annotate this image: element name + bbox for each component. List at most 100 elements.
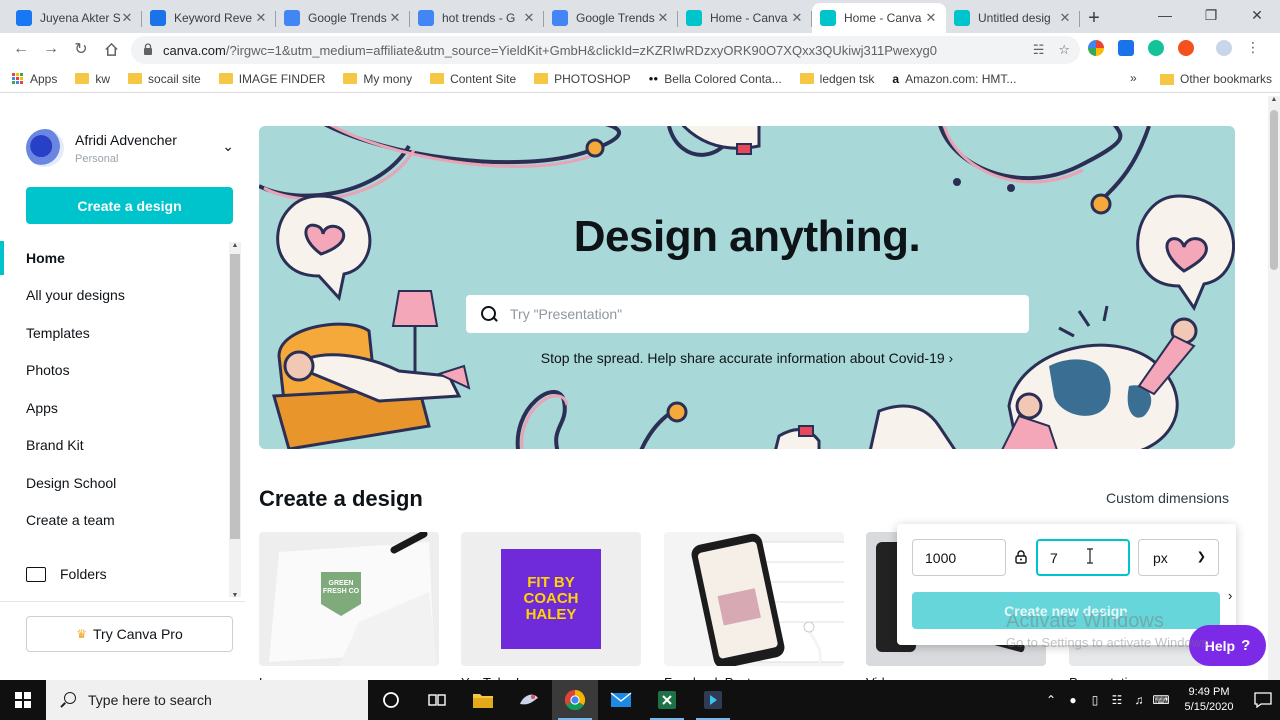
help-button[interactable]: Help ? — [1189, 625, 1266, 666]
url-text: canva.com/?irgwc=1&utm_medium=affiliate&… — [163, 42, 937, 58]
scrollbar-thumb[interactable] — [230, 254, 240, 539]
page-scrollbar[interactable]: ▲ — [1268, 96, 1280, 680]
bookmark-item[interactable]: socail site — [128, 72, 201, 86]
browser-tab[interactable]: Untitled desig ✕ — [946, 3, 1080, 33]
sidebar-item-templates[interactable]: Templates — [0, 314, 228, 352]
close-tab-icon[interactable]: ✕ — [790, 10, 804, 26]
sidebar-item-design-school[interactable]: Design School — [0, 464, 228, 502]
scrollbar-thumb[interactable] — [1270, 110, 1278, 270]
account-switcher[interactable]: Afridi Advencher Personal ⌄ — [26, 128, 236, 168]
wifi-icon[interactable]: ☷ — [1106, 693, 1128, 707]
taskbar-chrome[interactable] — [552, 680, 598, 720]
sidebar-item-apps[interactable]: Apps — [0, 389, 228, 427]
network-icon[interactable]: ▯ — [1084, 693, 1106, 707]
sidebar-item-create-a-team[interactable]: Create a team — [0, 502, 228, 540]
unit-select[interactable]: px ❯ — [1138, 539, 1219, 576]
forward-button[interactable]: → — [36, 34, 66, 64]
width-input[interactable] — [912, 539, 1006, 576]
browser-tab[interactable]: Juyena Akter S ✕ — [8, 3, 142, 33]
cortana-button[interactable] — [368, 680, 414, 720]
grammarly-icon[interactable] — [1148, 40, 1164, 56]
browser-tab[interactable]: Home - Canva ✕ — [812, 3, 946, 33]
home-button[interactable] — [96, 34, 126, 64]
task-view-button[interactable] — [414, 680, 460, 720]
chrome-menu-icon[interactable]: ⋮ — [1246, 40, 1260, 56]
bookmark-item[interactable]: ledgen tsk — [799, 72, 874, 86]
address-bar[interactable]: canva.com/?irgwc=1&utm_medium=affiliate&… — [131, 36, 1080, 64]
design-card-logo[interactable]: GREEN FRESH CO — [259, 532, 439, 666]
taskbar-clock[interactable]: 9:49 PM 5/15/2020 — [1172, 685, 1246, 715]
design-card-youtube-icon[interactable]: FIT BY COACH HALEY — [461, 532, 641, 666]
browser-tab[interactable]: Home - Canva ✕ — [678, 3, 812, 33]
taskbar-search-box[interactable]: Type here to search — [46, 680, 368, 720]
close-tab-icon[interactable]: ✕ — [254, 10, 268, 26]
hero-search-bar[interactable] — [466, 295, 1029, 333]
taskbar-app-blue[interactable] — [690, 680, 736, 720]
minimize-button[interactable]: — — [1142, 0, 1188, 30]
bookmark-item[interactable]: My mony — [343, 72, 412, 86]
volume-icon[interactable]: ♫ — [1128, 693, 1150, 707]
taskbar-file-explorer[interactable] — [460, 680, 506, 720]
sidebar-item-all-your-designs[interactable]: All your designs — [0, 277, 228, 315]
start-button[interactable] — [0, 680, 46, 720]
bookmark-item[interactable]: Content Site — [430, 72, 516, 86]
sidebar-item-folders[interactable]: Folders — [26, 566, 107, 582]
design-card-facebook-post[interactable] — [664, 532, 844, 666]
custom-dimensions-link[interactable]: Custom dimensions — [1106, 490, 1229, 506]
bookmarks-more-button[interactable]: » — [1130, 71, 1137, 85]
close-window-button[interactable]: ✕ — [1234, 0, 1280, 30]
create-design-button[interactable]: Create a design — [26, 187, 233, 224]
create-new-design-button[interactable]: Create new design — [912, 592, 1220, 629]
taskbar-mail[interactable] — [598, 680, 644, 720]
carousel-next-arrow-icon[interactable]: › — [1228, 588, 1244, 608]
bookmark-item[interactable]: kw — [75, 72, 110, 86]
microphone-icon[interactable]: ● — [1062, 693, 1084, 707]
search-input[interactable] — [510, 306, 1010, 322]
reload-button[interactable]: ↻ — [66, 34, 96, 64]
close-tab-icon[interactable]: ✕ — [120, 10, 134, 26]
extension-color-icon[interactable] — [1088, 40, 1104, 56]
taskbar-excel[interactable] — [644, 680, 690, 720]
action-center-button[interactable] — [1246, 692, 1280, 708]
browser-tab[interactable]: Google Trends ✕ — [544, 3, 678, 33]
bookmark-label: PHOTOSHOP — [554, 71, 631, 86]
lock-aspect-ratio-icon[interactable] — [1014, 550, 1028, 564]
scroll-up-arrow-icon[interactable]: ▲ — [229, 242, 241, 249]
extension-square-icon[interactable] — [1118, 40, 1134, 56]
chevron-up-icon[interactable]: ⌃ — [1040, 693, 1062, 707]
close-tab-icon[interactable]: ✕ — [522, 10, 536, 26]
height-input[interactable] — [1036, 539, 1130, 576]
maximize-button[interactable]: ❐ — [1188, 0, 1234, 30]
scroll-up-arrow-icon[interactable]: ▲ — [1268, 96, 1280, 103]
bookmark-item[interactable]: Apps — [12, 72, 57, 86]
back-button[interactable]: ← — [6, 34, 36, 64]
try-canva-pro-button[interactable]: ♛ Try Canva Pro — [26, 616, 233, 652]
translate-icon[interactable]: ☵ — [1033, 42, 1045, 58]
sidebar-scrollbar[interactable]: ▲ ▼ — [229, 242, 241, 599]
sidebar-item-photos[interactable]: Photos — [0, 352, 228, 390]
close-tab-icon[interactable]: ✕ — [656, 10, 670, 26]
bookmark-item[interactable]: IMAGE FINDER — [218, 72, 325, 86]
other-bookmarks[interactable]: Other bookmarks — [1160, 65, 1272, 93]
bookmark-star-icon[interactable]: ☆ — [1058, 42, 1070, 58]
new-tab-button[interactable]: + — [1080, 3, 1108, 33]
taskbar-app-bird[interactable] — [506, 680, 552, 720]
extension-flame-icon[interactable] — [1178, 40, 1194, 56]
close-tab-icon[interactable]: ✕ — [388, 10, 402, 26]
canva-icon — [686, 10, 702, 26]
sidebar-item-home[interactable]: Home — [0, 239, 228, 277]
browser-tab[interactable]: Google Trends ✕ — [276, 3, 410, 33]
bookmark-item[interactable]: ●● Bella Colored Conta... — [649, 72, 782, 86]
covid-info-link[interactable]: Stop the spread. Help share accurate inf… — [259, 350, 1235, 366]
sidebar-item-brand-kit[interactable]: Brand Kit — [0, 427, 228, 465]
language-icon[interactable]: ⌨ — [1150, 693, 1172, 707]
bookmark-item[interactable]: a Amazon.com: HMT... — [892, 72, 1016, 86]
bookmark-item[interactable]: PHOTOSHOP — [534, 71, 631, 86]
close-tab-icon[interactable]: ✕ — [924, 10, 938, 26]
browser-tab[interactable]: hot trends - G ✕ — [410, 3, 544, 33]
browser-tab[interactable]: Keyword Reve ✕ — [142, 3, 276, 33]
profile-avatar-icon[interactable] — [1216, 40, 1232, 56]
divider — [0, 601, 245, 602]
close-tab-icon[interactable]: ✕ — [1058, 10, 1072, 26]
scroll-down-arrow-icon[interactable]: ▼ — [229, 592, 241, 599]
